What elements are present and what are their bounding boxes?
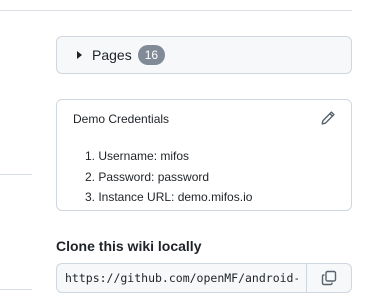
pages-count-badge: 16: [137, 45, 166, 65]
wiki-sidebar: Pages 16 Demo Credentials 1. Username: m…: [0, 0, 390, 303]
divider: [0, 289, 32, 290]
demo-credentials-box: Demo Credentials 1. Username: mifos 2. P…: [56, 99, 352, 211]
triangle-right-icon: [77, 51, 82, 59]
copy-icon: [321, 270, 337, 286]
edit-button[interactable]: [319, 109, 337, 127]
clone-url-input[interactable]: [56, 263, 306, 293]
credentials-list: 1. Username: mifos 2. Password: password…: [85, 146, 252, 208]
demo-credentials-title: Demo Credentials: [73, 112, 170, 126]
list-item: 2. Password: password: [85, 169, 210, 184]
list-item: 3. Instance URL: demo.mifos.io: [85, 190, 253, 204]
list-item: 1. Username: mifos: [85, 149, 190, 163]
pages-toggle[interactable]: Pages 16: [56, 36, 352, 74]
clone-section-title: Clone this wiki locally: [56, 238, 202, 254]
copy-button[interactable]: [306, 263, 352, 293]
divider: [0, 10, 352, 11]
pencil-icon: [321, 111, 335, 125]
pages-label: Pages: [92, 47, 132, 63]
divider: [0, 174, 32, 175]
clone-url-group: [56, 263, 352, 293]
